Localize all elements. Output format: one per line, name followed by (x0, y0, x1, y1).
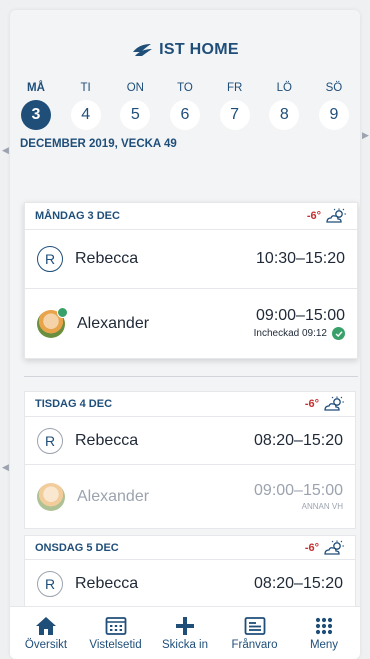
day-button-9[interactable]: 9 (318, 100, 349, 130)
check-icon (332, 327, 345, 340)
app-screen: IST HOME MÅ TI ON TO FR LÖ SÖ 3 4 5 6 7 … (10, 10, 360, 659)
other-guardian-label: ANNAN VH (301, 502, 343, 511)
day-card-wednesday[interactable]: ONSDAG 5 DEC -6° R Rebecca 08:20–15:20 (24, 535, 356, 610)
checkin-text: Incheckad 09:12 (253, 328, 327, 339)
weekday-sun: SÖ (325, 82, 343, 94)
day-button-3[interactable]: 3 (21, 100, 51, 130)
child-row-rebecca[interactable]: R Rebecca 08:20–15:20 (25, 560, 355, 608)
weekday-sat: LÖ (276, 82, 292, 94)
day-button-8[interactable]: 8 (269, 100, 300, 130)
child-name: Alexander (77, 487, 150, 505)
time-block: 08:20–15:20 (254, 575, 343, 593)
checked-in-dot (57, 306, 68, 318)
nav-label: Frånvaro (231, 638, 278, 651)
weather: -6° (305, 396, 345, 412)
week-selector: MÅ TI ON TO FR LÖ SÖ 3 4 5 6 7 8 9 DECEM… (10, 82, 360, 150)
nav-label: Meny (309, 638, 339, 651)
divider (24, 376, 358, 388)
avatar-photo (37, 482, 65, 511)
schedule-time: 08:20–15:20 (254, 431, 343, 449)
child-name: Rebecca (75, 250, 139, 267)
home-icon (35, 616, 57, 636)
weekday-fri: FR (226, 82, 243, 94)
nav-item-oversikt[interactable]: Översikt (12, 607, 80, 659)
day-button-6[interactable]: 6 (169, 100, 200, 130)
child-row-rebecca[interactable]: R Rebecca 08:20–15:20 (25, 417, 355, 465)
nav-item-franvaro[interactable]: Frånvaro (221, 607, 289, 659)
time-block: 09:00–15:00 ANNAN VH (254, 482, 343, 511)
chevron-left-icon[interactable]: ◀ (2, 462, 9, 473)
calendar-icon (105, 616, 127, 636)
nav-item-meny[interactable]: Meny (290, 607, 358, 659)
app-header: IST HOME (10, 10, 360, 82)
temperature: -6° (304, 398, 319, 410)
day-card-monday[interactable]: MÅNDAG 3 DEC -6° R Rebecca 10:30–15:20 A… (24, 202, 358, 359)
time-block: 09:00–15:00 Incheckad 09:12 (254, 307, 345, 340)
weekday-mon: MÅ (27, 82, 45, 94)
avatar-photo (37, 306, 68, 338)
brand-name: IST HOME (159, 41, 239, 58)
schedule-time: 09:00–15:00 (256, 307, 345, 324)
day-card-tuesday[interactable]: TISDAG 4 DEC -6° R Rebecca 08:20–15:20 A… (24, 391, 356, 529)
schedule-time: 10:30–15:20 (256, 250, 345, 267)
schedule-time: 09:00–15:00 (254, 482, 343, 499)
nav-label: Vistelsetid (89, 638, 142, 651)
partly-sunny-icon (324, 396, 344, 411)
avatar-initial: R (37, 571, 63, 597)
chevron-right-icon[interactable]: ▶ (362, 130, 369, 141)
partly-sunny-icon (326, 208, 346, 223)
checkin-status: Incheckad 09:12 (254, 327, 345, 340)
nav-item-skicka-in[interactable]: Skicka in (151, 607, 219, 659)
time-block: 08:20–15:20 (254, 432, 343, 450)
child-row-rebecca[interactable]: R Rebecca 10:30–15:20 (25, 230, 357, 289)
card-header: MÅNDAG 3 DEC -6° (25, 203, 357, 230)
avatar-initial: R (37, 246, 63, 272)
card-date: MÅNDAG 3 DEC (35, 210, 120, 222)
time-block: 10:30–15:20 (256, 250, 345, 268)
absence-list-icon (244, 616, 266, 636)
day-button-7[interactable]: 7 (219, 100, 250, 130)
ist-logo-icon (133, 44, 153, 56)
weekday-tue: TI (80, 82, 91, 94)
card-date: TISDAG 4 DEC (35, 398, 113, 410)
chevron-left-icon[interactable]: ◀ (2, 145, 9, 156)
temperature: -6° (304, 541, 319, 554)
avatar-initial: R (37, 427, 63, 454)
day-button-4[interactable]: 4 (70, 100, 101, 130)
card-header: TISDAG 4 DEC -6° (25, 392, 355, 417)
card-date: ONSDAG 5 DEC (35, 541, 119, 554)
schedule-time: 08:20–15:20 (254, 575, 343, 592)
card-header: ONSDAG 5 DEC -6° (25, 536, 355, 560)
week-label: DECEMBER 2019, VECKA 49 (20, 138, 177, 150)
child-row-alexander[interactable]: Alexander 09:00–15:00 ANNAN VH (25, 465, 355, 528)
day-numbers: 3 4 5 6 7 8 9 (20, 100, 352, 130)
weekday-wed: ON (126, 82, 144, 94)
partly-sunny-icon (324, 540, 344, 555)
weather: -6° (305, 540, 345, 556)
day-button-5[interactable]: 5 (120, 100, 151, 130)
weather: -6° (307, 208, 347, 224)
child-name: Rebecca (75, 575, 139, 592)
grid-menu-icon (313, 616, 335, 636)
child-row-alexander[interactable]: Alexander 09:00–15:00 Incheckad 09:12 (25, 289, 357, 358)
bottom-nav: Översikt Vistelsetid Skicka in Frånvaro … (10, 606, 360, 659)
nav-label: Skicka in (161, 638, 209, 651)
child-name: Alexander (77, 314, 150, 332)
plus-icon (174, 616, 196, 636)
weekday-names: MÅ TI ON TO FR LÖ SÖ (20, 82, 352, 94)
child-name: Rebecca (75, 431, 139, 449)
temperature: -6° (306, 210, 321, 222)
nav-label: Översikt (24, 638, 68, 651)
nav-item-vistelsetid[interactable]: Vistelsetid (82, 607, 150, 659)
weekday-thu: TO (177, 82, 193, 94)
